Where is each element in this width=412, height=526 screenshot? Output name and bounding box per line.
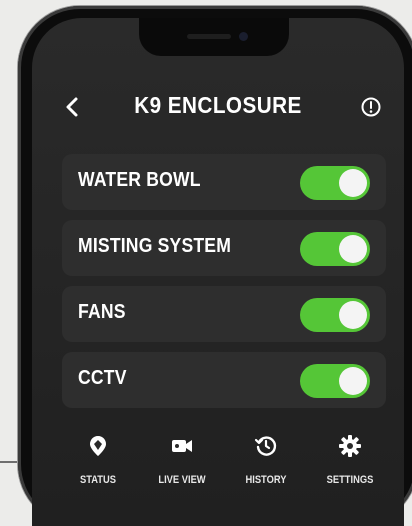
status-icon [90, 436, 106, 456]
control-label: MISTING SYSTEM [78, 235, 232, 257]
tab-label: STATUS [79, 474, 117, 486]
control-row-cctv: CCTV [62, 352, 386, 408]
toggle-knob [339, 235, 367, 263]
control-label: FANS [78, 301, 126, 323]
tab-label: SETTINGS [326, 474, 374, 486]
header-bar: K9 ENCLOSURE [32, 88, 404, 128]
tab-settings[interactable]: SETTINGS [310, 430, 390, 500]
app-screen: K9 ENCLOSURE WATER BOWL MISTING SYSTEM F… [32, 18, 404, 526]
front-camera [239, 32, 248, 41]
phone-notch [139, 18, 289, 56]
toggle-knob [339, 367, 367, 395]
speaker-grille [187, 34, 231, 39]
tab-label: LIVE VIEW [158, 474, 206, 486]
control-label: WATER BOWL [78, 169, 201, 191]
toggle-knob [339, 169, 367, 197]
phone-frame: K9 ENCLOSURE WATER BOWL MISTING SYSTEM F… [18, 6, 412, 526]
tab-label: HISTORY [245, 474, 287, 486]
tab-status[interactable]: STATUS [58, 430, 138, 500]
tab-live-view[interactable]: LIVE VIEW [142, 430, 222, 500]
control-row-water-bowl: WATER BOWL [62, 154, 386, 210]
tab-history[interactable]: HISTORY [226, 430, 306, 500]
toggle-knob [339, 301, 367, 329]
control-label: CCTV [78, 367, 127, 389]
bottom-tab-bar: STATUS LIVE VIEW HISTORY SETTINGS [32, 430, 404, 500]
video-camera-icon [172, 440, 192, 452]
history-icon [254, 436, 277, 456]
cctv-toggle[interactable] [300, 364, 370, 398]
control-row-misting-system: MISTING SYSTEM [62, 220, 386, 276]
water-bowl-toggle[interactable] [300, 166, 370, 200]
page-title: K9 ENCLOSURE [134, 92, 302, 118]
gear-icon [339, 435, 361, 457]
info-icon[interactable] [360, 96, 382, 118]
fans-toggle[interactable] [300, 298, 370, 332]
control-row-fans: FANS [62, 286, 386, 342]
misting-system-toggle[interactable] [300, 232, 370, 266]
